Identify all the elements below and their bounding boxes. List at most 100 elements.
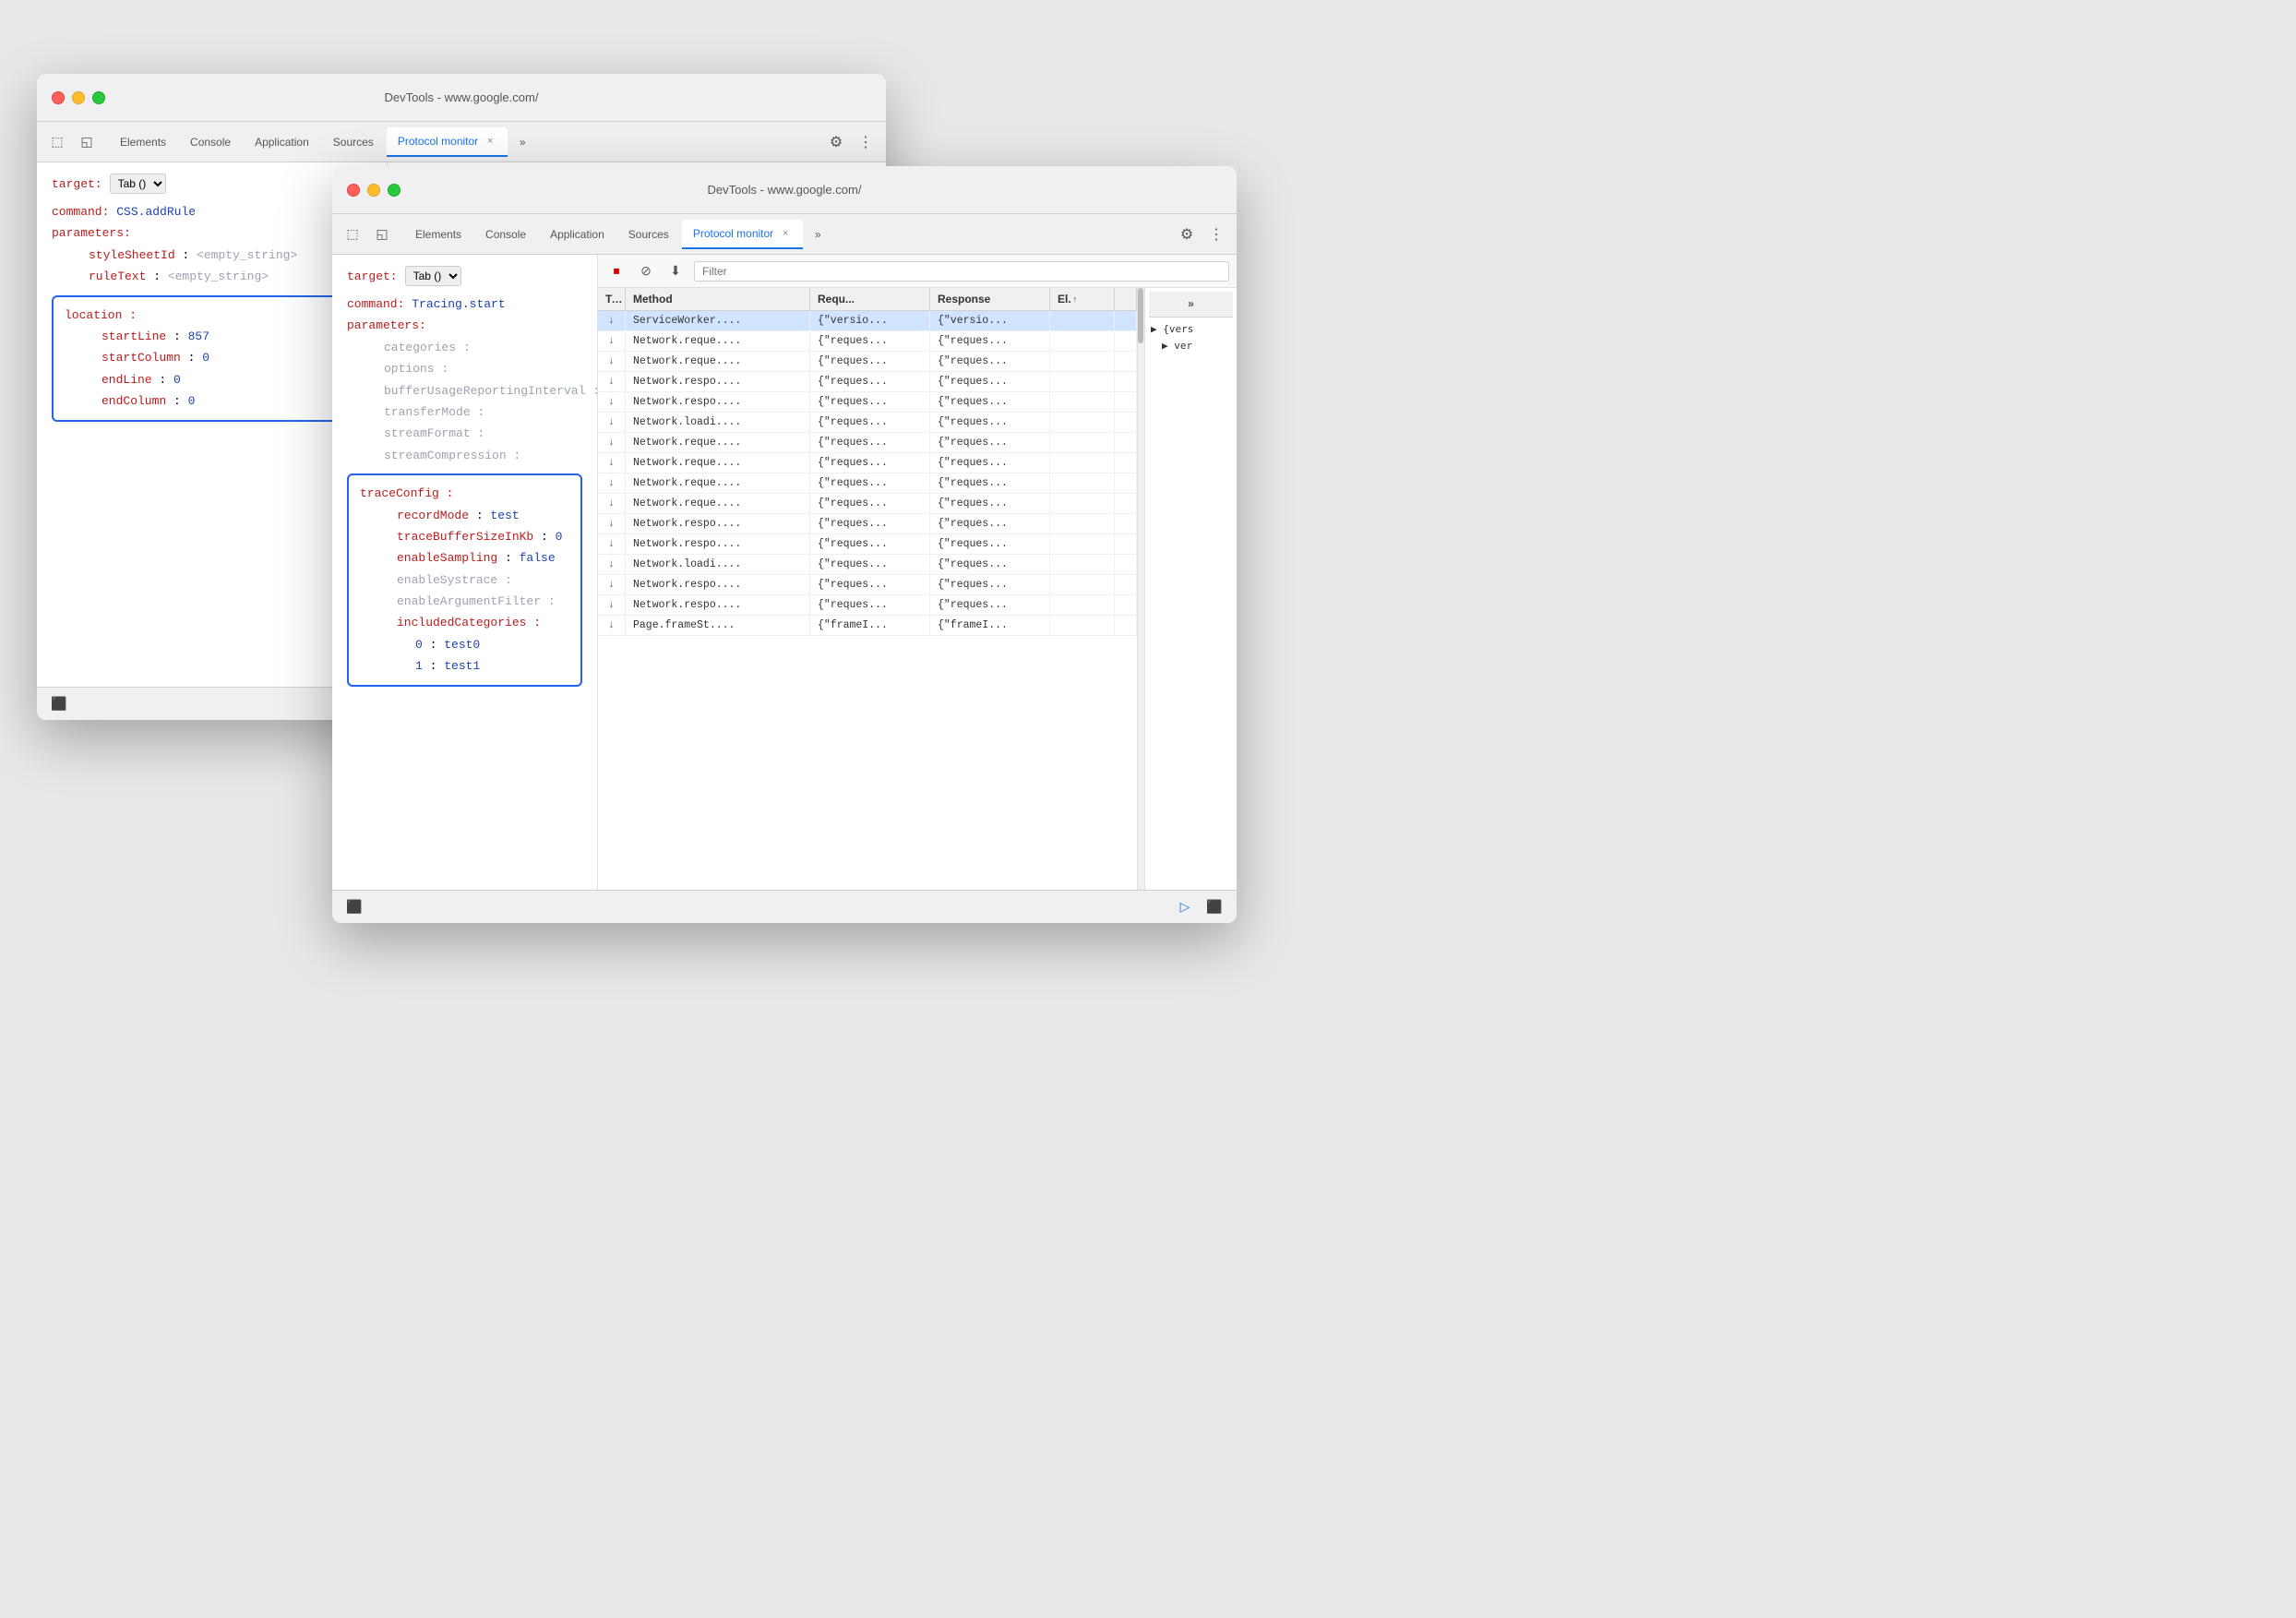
device-icon[interactable]: ◱ [74,129,100,155]
minimize-button-front[interactable] [367,184,380,197]
maximize-button-front[interactable] [388,184,401,197]
cell-el [1050,514,1115,533]
cell-extra [1115,494,1137,513]
tab-close-icon-front[interactable]: × [779,227,792,240]
cell-response: {"reques... [930,413,1050,432]
download-btn[interactable]: ⬇ [664,260,687,282]
tabbar-right-front: ⚙ ⋮ [1174,222,1229,247]
tab-close-icon[interactable]: × [484,135,496,148]
settings-icon-front[interactable]: ⚙ [1174,222,1200,247]
cell-request: {"reques... [810,433,930,452]
table-row[interactable]: ↓ Network.respo.... {"reques... {"reques… [598,595,1137,616]
dock-icon-back[interactable]: ⬛ [48,693,70,715]
cell-el [1050,494,1115,513]
scrollbar-thumb[interactable] [1138,288,1143,343]
table-row[interactable]: ↓ Page.frameSt.... {"frameI... {"frameI.… [598,616,1137,636]
cell-method: Network.respo.... [626,534,810,554]
table-row[interactable]: ↓ Network.loadi.... {"reques... {"reques… [598,555,1137,575]
table-row[interactable]: ↓ Network.reque.... {"reques... {"reques… [598,433,1137,453]
tab-protocol-front[interactable]: Protocol monitor × [682,220,803,249]
network-table[interactable]: Type Method Requ... Response El.↑ ↓ Serv… [598,288,1137,890]
minimize-button-back[interactable] [72,91,85,104]
send-icon-front[interactable]: ▷ [1174,896,1196,918]
table-row[interactable]: ↓ Network.reque.... {"reques... {"reques… [598,494,1137,514]
table-row[interactable]: ↓ Network.respo.... {"reques... {"reques… [598,534,1137,555]
cell-method: Network.loadi.... [626,555,810,574]
col-extra [1115,288,1137,310]
cell-request: {"reques... [810,494,930,513]
tab-more-front[interactable]: » [805,222,831,247]
dock-icon-front[interactable]: ⬛ [343,896,365,918]
network-toolbar: ⏹ ⊘ ⬇ [598,255,1237,288]
close-button-front[interactable] [347,184,360,197]
table-row[interactable]: ↓ Network.respo.... {"reques... {"reques… [598,514,1137,534]
more-icon-front[interactable]: ⋮ [1203,222,1229,247]
cell-request: {"reques... [810,331,930,351]
includedcategories-param: includedCategories : [360,612,569,633]
cell-response: {"reques... [930,433,1050,452]
cell-request: {"reques... [810,372,930,391]
trace-config-label: traceConfig : [360,483,569,504]
cell-extra [1115,311,1137,330]
filter-input[interactable] [694,261,1229,282]
startline-param: startLine : 857 [65,326,359,347]
table-row[interactable]: ↓ Network.reque.... {"reques... {"reques… [598,473,1137,494]
target-label-front: target: [347,270,398,283]
target-select-front[interactable]: Tab () [405,266,461,286]
table-row[interactable]: ↓ Network.respo.... {"reques... {"reques… [598,392,1137,413]
tab-console-back[interactable]: Console [179,127,242,157]
category-1: 1 : test1 [360,655,569,677]
tab-more-back[interactable]: » [509,129,535,155]
table-row[interactable]: ↓ Network.respo.... {"reques... {"reques… [598,575,1137,595]
cell-request: {"reques... [810,595,930,615]
table-row[interactable]: ↓ ServiceWorker.... {"versio... {"versio… [598,311,1137,331]
tab-elements-front[interactable]: Elements [404,220,472,249]
inspector-icon[interactable]: ⬚ [44,129,70,155]
location-box: location : startLine : 857 startColumn :… [52,295,372,422]
table-row[interactable]: ↓ Network.respo.... {"reques... {"reques… [598,372,1137,392]
device-icon-front[interactable]: ◱ [369,222,395,247]
cell-response: {"reques... [930,534,1050,554]
tab-application-back[interactable]: Application [244,127,320,157]
sidebar-more-btn[interactable]: » [1149,292,1233,318]
cell-arrow: ↓ [598,534,626,554]
tab-elements-back[interactable]: Elements [109,127,177,157]
category-0: 0 : test0 [360,634,569,655]
devtools-window-front[interactable]: DevTools - www.google.com/ ⬚ ◱ Elements … [332,166,1237,923]
more-icon-back[interactable]: ⋮ [853,129,879,155]
close-button-back[interactable] [52,91,65,104]
target-select-back[interactable]: Tab () [110,174,166,194]
cell-arrow: ↓ [598,494,626,513]
table-row[interactable]: ↓ Network.reque.... {"reques... {"reques… [598,331,1137,352]
tab-console-front[interactable]: Console [474,220,537,249]
settings-icon-back[interactable]: ⚙ [823,129,849,155]
tab-application-front[interactable]: Application [539,220,616,249]
tabbar-icons-back: ⬚ ◱ [44,129,100,155]
tab-protocol-back[interactable]: Protocol monitor × [387,127,508,157]
traffic-lights-back[interactable] [52,91,105,104]
cell-method: Network.respo.... [626,514,810,533]
bottom-bar-front: ⬛ ▷ ⬛ [332,890,1237,923]
cell-method: Network.reque.... [626,352,810,371]
cell-response: {"reques... [930,453,1050,473]
protocol-panel-front[interactable]: target: Tab () command: Tracing.start pa… [332,255,598,890]
titlebar-back: DevTools - www.google.com/ [37,74,886,122]
dock-right-icon[interactable]: ⬛ [1203,896,1226,918]
param-stylesheetid: styleSheetId : <empty_string> [52,245,372,266]
traffic-lights-front[interactable] [347,184,401,197]
table-row[interactable]: ↓ Network.reque.... {"reques... {"reques… [598,352,1137,372]
net-scrollbar[interactable] [1137,288,1144,890]
tab-sources-back[interactable]: Sources [322,127,385,157]
inspector-icon-front[interactable]: ⬚ [340,222,365,247]
clear-btn[interactable]: ⊘ [635,260,657,282]
cell-arrow: ↓ [598,352,626,371]
table-row[interactable]: ↓ Network.reque.... {"reques... {"reques… [598,453,1137,473]
endcolumn-param: endColumn : 0 [65,390,359,412]
recordmode-param: recordMode : test [360,505,569,526]
tabbar-right-back: ⚙ ⋮ [823,129,879,155]
maximize-button-back[interactable] [92,91,105,104]
table-row[interactable]: ↓ Network.loadi.... {"reques... {"reques… [598,413,1137,433]
record-stop-btn[interactable]: ⏹ [605,260,628,282]
tab-sources-front[interactable]: Sources [617,220,680,249]
cell-request: {"reques... [810,352,930,371]
